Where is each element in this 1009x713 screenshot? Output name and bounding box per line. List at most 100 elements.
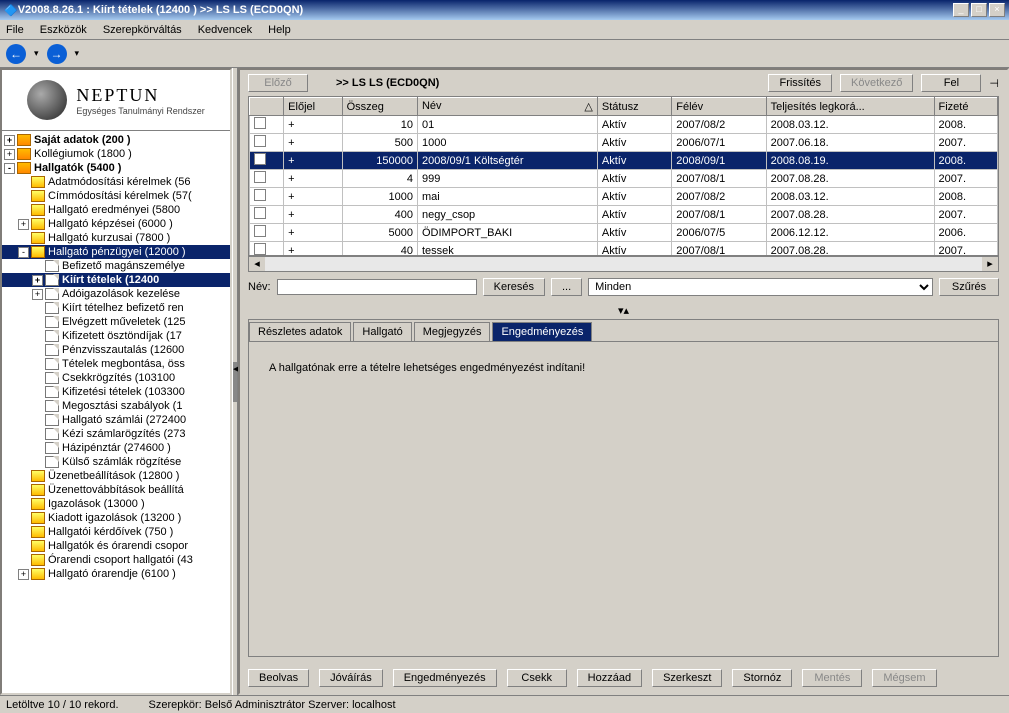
filter-dropdown[interactable]: Minden bbox=[588, 278, 933, 296]
tree-item[interactable]: Hallgatók és órarendi csopor bbox=[2, 539, 230, 553]
tree-item[interactable]: Külső számlák rögzítése bbox=[2, 455, 230, 469]
tree-view[interactable]: +Saját adatok (200 )+Kollégiumok (1800 )… bbox=[2, 131, 230, 693]
table-row[interactable]: +40tessekAktív2007/08/12007.08.28.2007. bbox=[250, 242, 998, 257]
col-header[interactable] bbox=[250, 98, 284, 116]
table-row[interactable]: +1000maiAktív2007/08/22008.03.12.2008. bbox=[250, 188, 998, 206]
row-checkbox[interactable] bbox=[254, 189, 266, 201]
action-beolvas[interactable]: Beolvas bbox=[248, 669, 309, 687]
tree-item[interactable]: +Hallgató képzései (6000 ) bbox=[2, 217, 230, 231]
col-header[interactable]: Összeg bbox=[342, 98, 417, 116]
tree-item[interactable]: Pénzvisszautalás (12600 bbox=[2, 343, 230, 357]
tree-item[interactable]: Hallgató kurzusai (7800 ) bbox=[2, 231, 230, 245]
col-header[interactable]: Teljesítés legkorá... bbox=[766, 98, 934, 116]
expand-icon[interactable]: - bbox=[4, 163, 15, 174]
h-scrollbar[interactable]: ◂ ▸ bbox=[248, 256, 999, 272]
table-row[interactable]: +5001000Aktív2006/07/12007.06.18.2007. bbox=[250, 134, 998, 152]
tree-item[interactable]: +Saját adatok (200 ) bbox=[2, 133, 230, 147]
tree-item[interactable]: Elvégzett műveletek (125 bbox=[2, 315, 230, 329]
prev-button[interactable]: Előző bbox=[248, 74, 308, 92]
tree-item[interactable]: Címmódosítási kérelmek (57( bbox=[2, 189, 230, 203]
row-checkbox[interactable] bbox=[254, 117, 266, 129]
search-input[interactable] bbox=[277, 279, 477, 295]
refresh-button[interactable]: Frissítés bbox=[768, 74, 832, 92]
tree-item[interactable]: Megosztási szabályok (1 bbox=[2, 399, 230, 413]
tree-item[interactable]: Órarendi csoport hallgatói (43 bbox=[2, 553, 230, 567]
menu-role[interactable]: Szerepkörváltás bbox=[103, 24, 182, 36]
tab[interactable]: Hallgató bbox=[353, 322, 411, 341]
expand-icon[interactable]: + bbox=[18, 569, 29, 580]
col-header[interactable]: Fizeté bbox=[934, 98, 998, 116]
tree-item[interactable]: Befizető magánszemélye bbox=[2, 259, 230, 273]
menu-favorites[interactable]: Kedvencek bbox=[198, 24, 252, 36]
scroll-left-icon[interactable]: ◂ bbox=[249, 257, 265, 271]
search-more-button[interactable]: ... bbox=[551, 278, 582, 296]
table-row[interactable]: +400negy_csopAktív2007/08/12007.08.28.20… bbox=[250, 206, 998, 224]
tree-item[interactable]: Kifizetési tételek (103300 bbox=[2, 385, 230, 399]
table-row[interactable]: +4999Aktív2007/08/12007.08.28.2007. bbox=[250, 170, 998, 188]
close-button[interactable]: × bbox=[989, 3, 1005, 17]
action-mentés[interactable]: Mentés bbox=[802, 669, 862, 687]
action-engedményezés[interactable]: Engedményezés bbox=[393, 669, 497, 687]
action-stornóz[interactable]: Stornóz bbox=[732, 669, 792, 687]
back-dropdown-icon[interactable]: ▾ bbox=[34, 48, 39, 59]
tree-item[interactable]: -Hallgató pénzügyei (12000 ) bbox=[2, 245, 230, 259]
tree-item[interactable]: Kiírt tételhez befizető ren bbox=[2, 301, 230, 315]
action-mégsem[interactable]: Mégsem bbox=[872, 669, 936, 687]
up-button[interactable]: Fel bbox=[921, 74, 981, 92]
tree-item[interactable]: -Hallgatók (5400 ) bbox=[2, 161, 230, 175]
scroll-right-icon[interactable]: ▸ bbox=[982, 257, 998, 271]
tree-item[interactable]: +Kiírt tételek (12400 bbox=[2, 273, 230, 287]
tree-item[interactable]: Házipénztár (274600 ) bbox=[2, 441, 230, 455]
pin-icon[interactable]: ⊣ bbox=[989, 77, 999, 90]
tree-item[interactable]: Igazolások (13000 ) bbox=[2, 497, 230, 511]
collapse-panel-icon[interactable]: ▾▴ bbox=[240, 302, 1007, 319]
row-checkbox[interactable] bbox=[254, 207, 266, 219]
tab[interactable]: Engedményezés bbox=[492, 322, 592, 341]
table-row[interactable]: +5000ÖDIMPORT_BAKIAktív2006/07/52006.12.… bbox=[250, 224, 998, 242]
table-row[interactable]: +1500002008/09/1 KöltségtérAktív2008/09/… bbox=[250, 152, 998, 170]
tree-item[interactable]: Kiadott igazolások (13200 ) bbox=[2, 511, 230, 525]
menu-file[interactable]: File bbox=[6, 24, 24, 36]
expand-icon[interactable]: + bbox=[4, 135, 15, 146]
col-header[interactable]: Státusz bbox=[597, 98, 671, 116]
tree-item[interactable]: Adatmódosítási kérelmek (56 bbox=[2, 175, 230, 189]
expand-icon[interactable]: - bbox=[18, 247, 29, 258]
row-checkbox[interactable] bbox=[254, 225, 266, 237]
forward-button[interactable]: → bbox=[47, 44, 67, 64]
row-checkbox[interactable] bbox=[254, 153, 266, 165]
expand-icon[interactable]: + bbox=[32, 275, 43, 286]
tree-item[interactable]: +Hallgató órarendje (6100 ) bbox=[2, 567, 230, 581]
col-header[interactable]: Előjel bbox=[284, 98, 342, 116]
next-button[interactable]: Következő bbox=[840, 74, 913, 92]
action-szerkeszt[interactable]: Szerkeszt bbox=[652, 669, 722, 687]
tab[interactable]: Megjegyzés bbox=[414, 322, 491, 341]
search-button[interactable]: Keresés bbox=[483, 278, 545, 296]
menu-help[interactable]: Help bbox=[268, 24, 291, 36]
back-button[interactable]: ← bbox=[6, 44, 26, 64]
tree-item[interactable]: Üzenettovábbítások beállítá bbox=[2, 483, 230, 497]
row-checkbox[interactable] bbox=[254, 135, 266, 147]
row-checkbox[interactable] bbox=[254, 243, 266, 255]
filter-button[interactable]: Szűrés bbox=[939, 278, 999, 296]
tree-item[interactable]: Tételek megbontása, öss bbox=[2, 357, 230, 371]
tree-item[interactable]: Hallgatói kérdőívek (750 ) bbox=[2, 525, 230, 539]
tree-item[interactable]: Üzenetbeállítások (12800 ) bbox=[2, 469, 230, 483]
expand-icon[interactable]: + bbox=[18, 219, 29, 230]
scroll-track[interactable] bbox=[265, 257, 982, 271]
table-row[interactable]: +1001Aktív2007/08/22008.03.12.2008. bbox=[250, 116, 998, 134]
splitter-handle[interactable]: ◂ bbox=[233, 362, 237, 402]
grid[interactable]: ElőjelÖsszegNév △StátuszFélévTeljesítés … bbox=[248, 96, 999, 256]
row-checkbox[interactable] bbox=[254, 171, 266, 183]
col-header[interactable]: Félév bbox=[672, 98, 766, 116]
tree-item[interactable]: Csekkrögzítés (103100 bbox=[2, 371, 230, 385]
menu-tools[interactable]: Eszközök bbox=[40, 24, 87, 36]
tree-item[interactable]: Hallgató számlái (272400 bbox=[2, 413, 230, 427]
expand-icon[interactable]: + bbox=[32, 289, 43, 300]
tree-item[interactable]: Kifizetett ösztöndíjak (17 bbox=[2, 329, 230, 343]
forward-dropdown-icon[interactable]: ▾ bbox=[75, 48, 80, 59]
minimize-button[interactable]: _ bbox=[953, 3, 969, 17]
tab[interactable]: Részletes adatok bbox=[249, 322, 351, 341]
tree-item[interactable]: +Kollégiumok (1800 ) bbox=[2, 147, 230, 161]
tree-item[interactable]: Hallgató eredményei (5800 bbox=[2, 203, 230, 217]
action-hozzáad[interactable]: Hozzáad bbox=[577, 669, 642, 687]
